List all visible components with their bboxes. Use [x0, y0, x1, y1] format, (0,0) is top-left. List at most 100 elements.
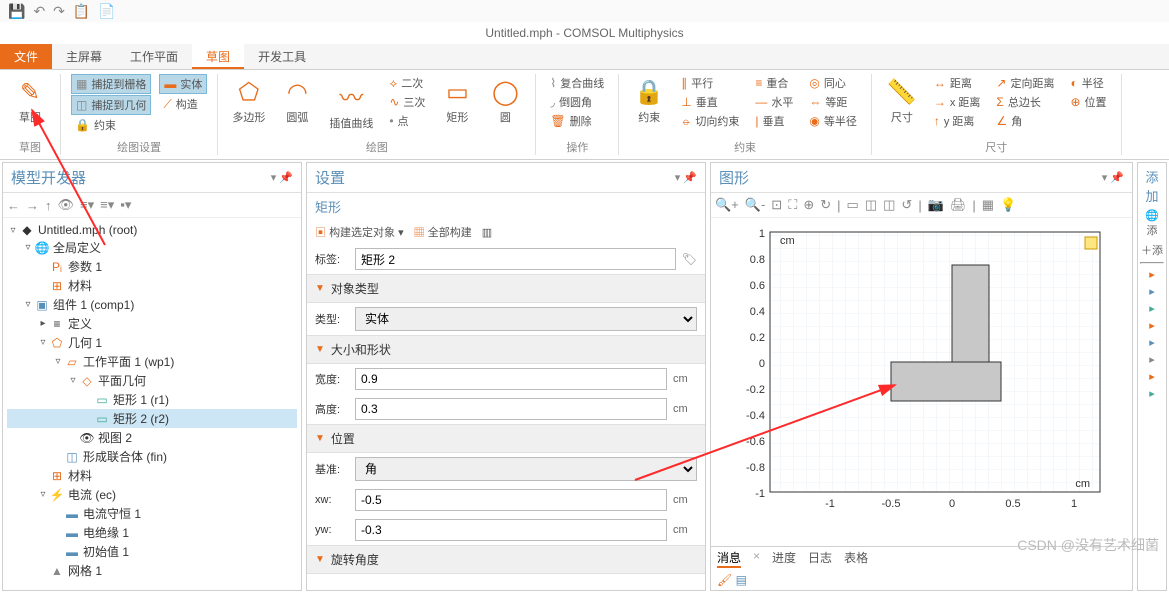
tree-node-rect2[interactable]: ▭矩形 2 (r2): [7, 409, 297, 428]
zoom-sel-icon[interactable]: ⊕: [803, 197, 814, 213]
tab-log[interactable]: 日志: [808, 549, 832, 568]
collapse-icon[interactable]: ≡▾: [80, 197, 94, 213]
quadratic-button[interactable]: ⟡二次: [385, 74, 429, 92]
light-icon[interactable]: 💡: [1000, 197, 1016, 213]
dist-button[interactable]: ↔距离: [930, 74, 985, 92]
redo-icon[interactable]: ↷: [53, 3, 65, 20]
show-icon[interactable]: 👁: [58, 197, 75, 213]
horiz-button[interactable]: —水平: [751, 93, 797, 111]
constrain-big-button[interactable]: 🔒约束: [629, 74, 669, 129]
cubic-button[interactable]: ∿三次: [385, 93, 429, 111]
strip-icon[interactable]: ▸: [1140, 268, 1164, 281]
solid-button[interactable]: ▬实体: [159, 74, 207, 94]
expand-icon[interactable]: ≡▾: [100, 197, 114, 213]
tab-home[interactable]: 主屏幕: [52, 44, 116, 69]
strip-icon[interactable]: ▸: [1140, 319, 1164, 332]
directed-button[interactable]: ↗定向距离: [992, 74, 1058, 92]
camera-icon[interactable]: 📷: [928, 197, 944, 213]
panel-controls[interactable]: ▾ 📌: [1102, 171, 1124, 184]
strip-icon[interactable]: ▸: [1140, 370, 1164, 383]
model-tree[interactable]: ▿◆Untitled.mph (root) ▿🌐全局定义 Pᵢ参数 1 ⊞材料 …: [3, 218, 301, 590]
position-header[interactable]: ▼位置: [307, 424, 705, 453]
tab-sketch[interactable]: 草图: [192, 44, 244, 69]
snap-geom-button[interactable]: ◫捕捉到几何: [71, 95, 151, 115]
list-icon[interactable]: ▤: [736, 573, 747, 587]
equalrad-button[interactable]: ◉等半径: [805, 112, 860, 130]
view-xy-icon[interactable]: ◫: [865, 197, 877, 213]
concentric-button[interactable]: ◎同心: [805, 74, 860, 92]
tag-input[interactable]: [355, 248, 676, 270]
construct-button[interactable]: ⟋构造: [159, 95, 207, 113]
tangent-button[interactable]: ⦵切向约束: [677, 112, 743, 130]
build-all-button[interactable]: ▦ 全部构建: [414, 224, 472, 240]
point-button[interactable]: •点: [385, 112, 429, 130]
nav-up-icon[interactable]: ↑: [45, 198, 52, 213]
totallen-button[interactable]: Σ总边长: [992, 93, 1058, 111]
zoom-extents-icon[interactable]: ⛶: [788, 197, 797, 213]
delete-button[interactable]: 🗑删除: [546, 112, 608, 130]
view-yz-icon[interactable]: ◫: [883, 197, 895, 213]
zoom-box-icon[interactable]: ⊡: [771, 197, 782, 213]
add-globe-icon[interactable]: 🌐添: [1140, 209, 1164, 238]
rotate-icon[interactable]: ↻: [820, 197, 831, 213]
panel-controls[interactable]: ▾ 📌: [271, 171, 293, 184]
constraint-button[interactable]: 🔒约束: [71, 116, 151, 134]
grid-icon[interactable]: ▦: [982, 197, 994, 213]
equaldist-button[interactable]: ⇔等距: [805, 93, 860, 111]
parallel-button[interactable]: ∥平行: [677, 74, 743, 92]
curve-button[interactable]: 〰插值曲线: [325, 74, 377, 135]
angle-button[interactable]: ∠角: [992, 112, 1058, 130]
undo-icon[interactable]: ↶: [33, 3, 45, 20]
add-plus-icon[interactable]: ＋添: [1140, 242, 1164, 258]
zoom-in-icon[interactable]: 🔍+: [715, 197, 739, 213]
tab-messages[interactable]: 消息: [717, 549, 741, 568]
strip-icon[interactable]: ▸: [1140, 387, 1164, 400]
tab-dev[interactable]: 开发工具: [244, 44, 320, 69]
paste-icon[interactable]: 📄: [98, 3, 115, 20]
rect-button[interactable]: ▭矩形: [437, 74, 477, 129]
brush-icon[interactable]: 🖌: [717, 573, 732, 587]
more-icon[interactable]: ▪▾: [120, 197, 131, 213]
edit-tag-icon[interactable]: 🏷: [682, 252, 697, 266]
objtype-header[interactable]: ▼对象类型: [307, 274, 705, 303]
tab-workplane[interactable]: 工作平面: [116, 44, 192, 69]
compound-button[interactable]: ⌇复合曲线: [546, 74, 608, 92]
vert-button[interactable]: |垂直: [751, 112, 797, 130]
copy-icon[interactable]: 📋: [73, 3, 90, 20]
fillet-button[interactable]: ◞倒圆角: [546, 93, 608, 111]
strip-icon[interactable]: ▸: [1140, 353, 1164, 366]
yw-input[interactable]: [355, 519, 667, 541]
dim-button[interactable]: 📏尺寸: [882, 74, 922, 129]
select-icon[interactable]: ▭: [847, 197, 859, 213]
nav-fwd-icon[interactable]: →: [26, 198, 39, 213]
type-select[interactable]: 实体: [355, 307, 697, 331]
tab-progress[interactable]: 进度: [772, 549, 796, 568]
tab-file[interactable]: 文件: [0, 44, 52, 69]
radius-button[interactable]: ◐半径: [1066, 74, 1110, 92]
strip-icon[interactable]: ▸: [1140, 336, 1164, 349]
base-select[interactable]: 角: [355, 457, 697, 481]
build-selected-button[interactable]: ▣ 构建选定对象 ▾: [315, 224, 404, 240]
tab-table[interactable]: 表格: [844, 549, 868, 568]
preview-icon[interactable]: ▥: [482, 226, 492, 239]
save-icon[interactable]: 💾: [8, 3, 25, 20]
print-icon[interactable]: 🖨: [950, 197, 967, 213]
strip-icon[interactable]: ▸: [1140, 302, 1164, 315]
strip-icon[interactable]: ▸: [1140, 285, 1164, 298]
size-header[interactable]: ▼大小和形状: [307, 335, 705, 364]
polygon-button[interactable]: ⬠多边形: [228, 74, 269, 129]
sketch-button[interactable]: ✎ 草图: [10, 74, 50, 129]
snap-grid-button[interactable]: ▦捕捉到栅格: [71, 74, 151, 94]
coincident-button[interactable]: ≡重合: [751, 74, 797, 92]
zoom-out-icon[interactable]: 🔍-: [745, 197, 766, 213]
rotation-header[interactable]: ▼旋转角度: [307, 545, 705, 574]
ydist-button[interactable]: ↑y 距离: [930, 112, 985, 130]
perp-button[interactable]: ⊥垂直: [677, 93, 743, 111]
reset-icon[interactable]: ↺: [901, 197, 912, 213]
position-button[interactable]: ⊕位置: [1066, 93, 1110, 111]
nav-back-icon[interactable]: ←: [7, 198, 20, 213]
width-input[interactable]: [355, 368, 667, 390]
xw-input[interactable]: [355, 489, 667, 511]
panel-controls[interactable]: ▾ 📌: [675, 171, 697, 184]
graphics-canvas[interactable]: 10.80.60.40.20-0.2-0.4-0.6-0.8-1 -1-0.50…: [711, 218, 1132, 590]
